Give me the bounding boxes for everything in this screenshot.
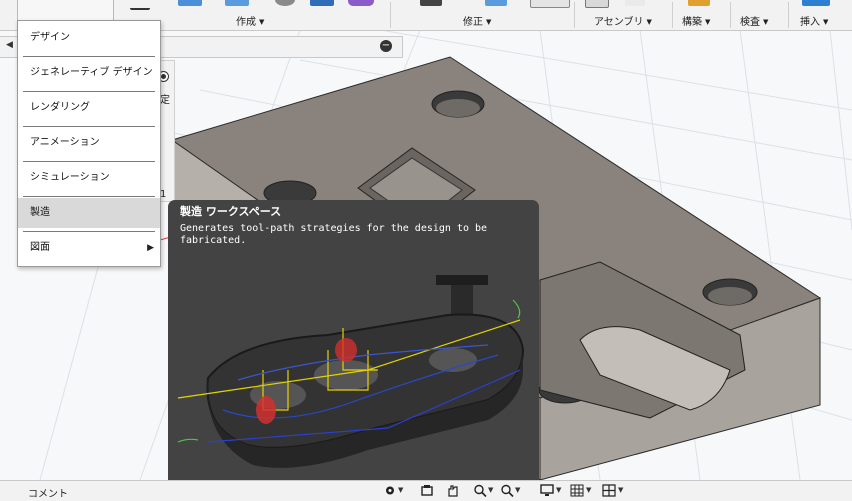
hole-icon[interactable] — [275, 0, 295, 6]
navigation-bar: コメント ▼ ▼ ▼ ▼ ▼ ▼ — [0, 480, 852, 501]
ribbon-insert-label[interactable]: 挿入 ▼ — [800, 13, 828, 28]
viewports-dropdown-icon[interactable]: ▼ — [618, 486, 623, 494]
browser-partial-label: 定 — [160, 95, 170, 106]
pan-icon[interactable] — [446, 484, 460, 497]
workspace-item-animation[interactable]: アニメーション — [18, 128, 160, 158]
display-dropdown-icon[interactable]: ▼ — [556, 486, 561, 494]
zoom-dropdown-icon[interactable]: ▼ — [488, 486, 493, 494]
ribbon-separator — [390, 2, 391, 28]
offset-plane-icon[interactable] — [688, 0, 710, 6]
workspace-switcher-button[interactable] — [17, 0, 114, 21]
ribbon-inspect-label[interactable]: 検査 ▼ — [740, 13, 768, 28]
ribbon-group-create[interactable]: 作成 ▼ — [130, 0, 385, 30]
display-settings-icon[interactable] — [540, 484, 554, 497]
ribbon-separator — [672, 2, 673, 28]
workspace-item-manufacture[interactable]: 製造 — [18, 198, 160, 228]
menu-divider — [23, 231, 155, 232]
tooltip-description: Generates tool-path strategies for the d… — [180, 223, 488, 246]
new-component-icon[interactable] — [130, 0, 150, 10]
orbit-icon[interactable] — [383, 484, 397, 497]
workspace-menu: デザイン ジェネレーティブ デザイン レンダリング アニメーション シミュレーシ… — [17, 20, 161, 267]
new-joint-icon[interactable] — [585, 0, 609, 8]
extrude-icon[interactable] — [178, 0, 202, 6]
ribbon-assemble-label[interactable]: アセンブリ ▼ — [594, 13, 652, 28]
menu-divider — [23, 91, 155, 92]
menu-divider — [23, 161, 155, 162]
tooltip-title: 製造 ワークスペース — [180, 205, 282, 218]
ribbon-group-modify[interactable]: 修正 ▼ — [395, 0, 570, 30]
menu-divider — [23, 126, 155, 127]
workspace-item-generative-design[interactable]: ジェネレーティブ デザイン — [18, 58, 160, 88]
ribbon-modify-label[interactable]: 修正 ▼ — [463, 13, 491, 28]
viewports-icon[interactable] — [602, 484, 616, 497]
ribbon-create-label[interactable]: 作成 ▼ — [236, 13, 264, 28]
grid-icon[interactable] — [570, 484, 584, 497]
submenu-arrow-icon: ▶ — [147, 243, 154, 253]
browser-minimize-button[interactable]: − — [380, 40, 392, 52]
ribbon-construct-label[interactable]: 構築 ▼ — [682, 13, 710, 28]
menu-divider — [23, 196, 155, 197]
fit-icon[interactable] — [500, 484, 514, 497]
workspace-tooltip: 製造 ワークスペース Generates tool-path strategie… — [168, 200, 539, 486]
press-pull-icon[interactable] — [420, 0, 442, 6]
ribbon-separator — [730, 2, 731, 28]
comment-label[interactable]: コメント — [28, 485, 68, 500]
menu-divider — [23, 56, 155, 57]
ribbon-separator — [788, 2, 789, 28]
shell-icon[interactable] — [530, 0, 570, 8]
collapse-arrow-icon[interactable]: ◀ — [6, 40, 13, 50]
pattern-icon[interactable] — [310, 0, 334, 6]
zoom-icon[interactable] — [473, 484, 487, 497]
manufacture-preview-image — [177, 275, 525, 468]
workspace-item-render[interactable]: レンダリング — [18, 93, 160, 123]
ribbon-group-insert[interactable]: 挿入 ▼ — [792, 0, 852, 30]
form-icon[interactable] — [348, 0, 374, 6]
ribbon-group-construct[interactable]: 構築 ▼ — [676, 0, 726, 30]
workspace-item-drawing[interactable]: 図面 ▶ — [18, 233, 160, 263]
revolve-icon[interactable] — [225, 0, 249, 6]
ribbon-group-inspect[interactable]: 検査 ▼ — [734, 0, 784, 30]
fillet-icon[interactable] — [485, 0, 507, 6]
orbit-dropdown-icon[interactable]: ▼ — [398, 486, 403, 494]
grid-dropdown-icon[interactable]: ▼ — [586, 486, 591, 494]
ribbon-separator — [574, 2, 575, 28]
workspace-item-simulation[interactable]: シミュレーション — [18, 163, 160, 193]
look-at-icon[interactable] — [420, 484, 434, 497]
joint-icon[interactable] — [625, 0, 645, 6]
workspace-item-design[interactable]: デザイン — [18, 23, 160, 53]
fit-dropdown-icon[interactable]: ▼ — [515, 486, 520, 494]
ribbon-group-assemble[interactable]: アセンブリ ▼ — [580, 0, 670, 30]
insert-image-icon[interactable] — [802, 0, 830, 6]
